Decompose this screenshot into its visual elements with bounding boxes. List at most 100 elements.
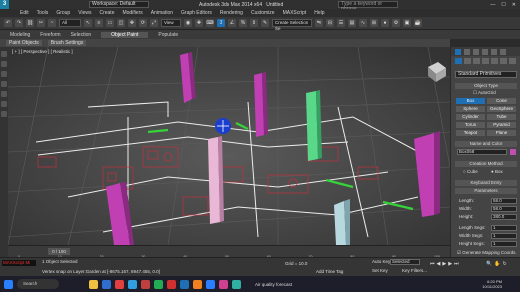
time-slider[interactable]: 0 / 100 0 10 20 30 40 50 60 70 80 90 100: [8, 245, 450, 259]
word-icon[interactable]: [102, 279, 111, 289]
hierarchy-tab-icon[interactable]: [473, 48, 479, 55]
perspective-viewport[interactable]: [ + ] [ Perspective ] [ Realistic ]: [8, 47, 450, 245]
tab-selection[interactable]: Selection: [71, 32, 92, 38]
length-segs-input[interactable]: 1: [491, 225, 517, 231]
select-move-icon[interactable]: ✥: [128, 19, 136, 27]
taskbar-app-icon[interactable]: [232, 279, 241, 289]
menu-group[interactable]: Group: [56, 10, 70, 16]
select-scale-icon[interactable]: ⤢: [150, 19, 158, 27]
snap-toggle-icon[interactable]: 3: [217, 19, 225, 27]
parameters-rollout[interactable]: Parameters: [455, 188, 517, 194]
name-color-rollout[interactable]: Name and Color: [455, 141, 517, 147]
plane-button[interactable]: Plane: [487, 130, 516, 136]
app-logo-icon[interactable]: 3: [0, 0, 9, 9]
key-filters-button[interactable]: Key Filters...: [402, 268, 427, 273]
mirror-icon[interactable]: ⇋: [315, 19, 323, 27]
youtube-icon[interactable]: [167, 279, 176, 289]
maxscript-listener[interactable]: MAXScript Mi: [2, 260, 36, 266]
add-time-tag[interactable]: Add Time Tag: [316, 269, 343, 274]
file-explorer-icon[interactable]: [89, 279, 98, 289]
layout-icon[interactable]: [1, 91, 7, 97]
spinner-snap-icon[interactable]: ⇕: [250, 19, 258, 27]
height-input[interactable]: 380.0: [491, 214, 517, 220]
menu-animation[interactable]: Animation: [151, 10, 173, 16]
taskbar-app-icon[interactable]: [154, 279, 163, 289]
close-icon[interactable]: ✕: [512, 2, 516, 8]
render-production-icon[interactable]: ☕: [414, 19, 422, 27]
geometry-icon[interactable]: [455, 58, 462, 64]
tab-modeling[interactable]: Modeling: [10, 32, 30, 38]
autogrid-checkbox[interactable]: ☐ AutoGrid: [473, 90, 496, 96]
rectangle-selection-icon[interactable]: ▭: [106, 19, 114, 27]
layout-icon[interactable]: [1, 51, 7, 57]
geosphere-button[interactable]: GeoSphere: [487, 106, 516, 112]
taskbar-app-icon[interactable]: [115, 279, 124, 289]
teapot-button[interactable]: Teapot: [456, 130, 485, 136]
taskbar-app-icon[interactable]: [193, 279, 202, 289]
paint-objects-button[interactable]: Paint Objects: [6, 40, 42, 46]
tab-freeform[interactable]: Freeform: [40, 32, 60, 38]
bind-space-warp-icon[interactable]: ~: [48, 19, 56, 27]
taskbar-app-icon[interactable]: [206, 279, 215, 289]
sphere-button[interactable]: Sphere: [456, 106, 485, 112]
render-setup-icon[interactable]: ⚙: [392, 19, 400, 27]
pan-icon[interactable]: ✋: [494, 261, 500, 267]
frame-indicator[interactable]: 0 / 100: [48, 248, 70, 255]
length-input[interactable]: 58.0: [491, 198, 517, 204]
layout-icon[interactable]: [1, 111, 7, 117]
link-icon[interactable]: ⛓: [26, 19, 34, 27]
layout-icon[interactable]: [1, 81, 7, 87]
torus-button[interactable]: Torus: [456, 122, 485, 128]
layout-icon[interactable]: [1, 71, 7, 77]
menu-customize[interactable]: Customize: [251, 10, 275, 16]
window-crossing-icon[interactable]: ◫: [117, 19, 125, 27]
width-segs-input[interactable]: 1: [491, 233, 517, 239]
redo-icon[interactable]: ↷: [15, 19, 23, 27]
space-warps-icon[interactable]: [500, 58, 507, 64]
select-object-icon[interactable]: ↖: [84, 19, 92, 27]
menu-modifiers[interactable]: Modifiers: [122, 10, 142, 16]
systems-icon[interactable]: [509, 58, 516, 64]
width-input[interactable]: 58.0: [491, 206, 517, 212]
edit-named-selection-icon[interactable]: ✎: [261, 19, 269, 27]
curve-editor-icon[interactable]: ∿: [359, 19, 367, 27]
reference-coordinate-dropdown[interactable]: View: [161, 19, 181, 27]
taskbar-app-icon[interactable]: [141, 279, 150, 289]
display-tab-icon[interactable]: [491, 48, 497, 55]
cone-button[interactable]: Cone: [487, 98, 516, 104]
lights-icon[interactable]: [473, 58, 480, 64]
layout-icon[interactable]: [1, 101, 7, 107]
shapes-icon[interactable]: [464, 58, 471, 64]
menu-maxscript[interactable]: MAXScript: [283, 10, 307, 16]
key-mode-dropdown[interactable]: Selected: [390, 259, 420, 265]
next-frame-icon[interactable]: ▶: [448, 261, 452, 267]
start-icon[interactable]: [4, 279, 13, 289]
layer-manager-icon[interactable]: ☰: [337, 19, 345, 27]
maximize-icon[interactable]: ☐: [501, 2, 505, 8]
auto-key-button[interactable]: Auto Key: [372, 259, 390, 264]
play-icon[interactable]: ▶: [442, 261, 446, 267]
workspace-dropdown[interactable]: Workspace: Default: [89, 1, 149, 8]
gen-mapping-checkbox[interactable]: ☑ Generate Mapping Coords.: [457, 250, 517, 256]
previous-frame-icon[interactable]: ◀: [437, 261, 441, 267]
align-icon[interactable]: ⊟: [326, 19, 334, 27]
keyboard-shortcut-icon[interactable]: ⌨: [206, 19, 214, 27]
utilities-tab-icon[interactable]: [500, 48, 506, 55]
system-clock[interactable]: 6:20 PM 10/11/2023: [482, 279, 502, 289]
select-by-name-icon[interactable]: ≡: [95, 19, 103, 27]
tab-object-paint[interactable]: Object Paint: [101, 31, 149, 38]
object-name-input[interactable]: Box058: [457, 149, 507, 155]
color-swatch[interactable]: [510, 149, 516, 155]
select-manipulate-icon[interactable]: ✚: [195, 19, 203, 27]
unlink-icon[interactable]: ✂: [37, 19, 45, 27]
height-segs-input[interactable]: 1: [491, 241, 517, 247]
taskbar-app-icon[interactable]: [219, 279, 228, 289]
zoom-icon[interactable]: 🔍: [486, 261, 492, 267]
menu-edit[interactable]: Edit: [20, 10, 29, 16]
schematic-view-icon[interactable]: ⊞: [370, 19, 378, 27]
keyboard-entry-rollout[interactable]: Keyboard Entry: [455, 180, 517, 186]
brush-settings-button[interactable]: Brush Settings: [47, 40, 87, 46]
3ds-max-icon[interactable]: [180, 279, 189, 289]
taskbar-search[interactable]: Search: [17, 279, 59, 289]
pyramid-button[interactable]: Pyramid: [487, 122, 516, 128]
